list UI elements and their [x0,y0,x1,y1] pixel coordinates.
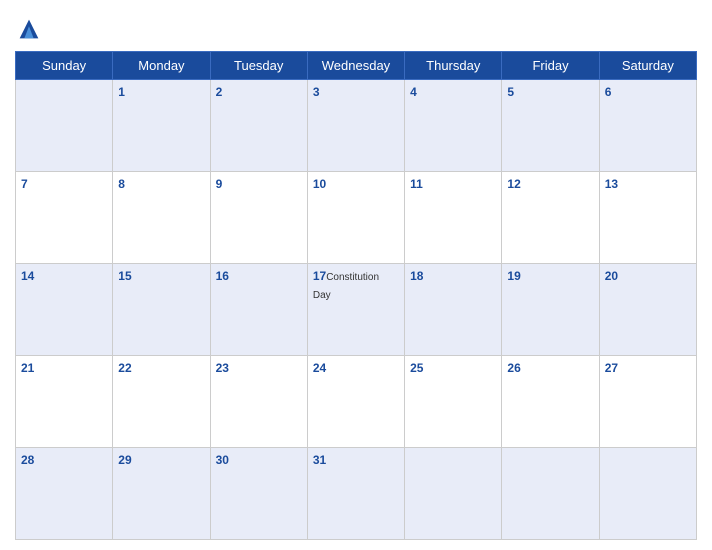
day-number: 13 [605,177,618,191]
week-row-2: 7 8 9 10 11 12 13 [16,172,697,264]
day-number: 23 [216,361,229,375]
calendar-cell: 20 [599,264,696,356]
day-number: 27 [605,361,618,375]
calendar-cell: 28 [16,448,113,540]
calendar-table: SundayMondayTuesdayWednesdayThursdayFrid… [15,51,697,540]
day-number: 21 [21,361,34,375]
calendar-cell: 23 [210,356,307,448]
calendar-cell: 4 [405,80,502,172]
logo-icon [15,15,43,43]
calendar-cell: 2 [210,80,307,172]
calendar-cell: 13 [599,172,696,264]
calendar-cell: 8 [113,172,210,264]
day-number: 16 [216,269,229,283]
calendar-cell [599,448,696,540]
day-number: 24 [313,361,326,375]
day-number: 31 [313,453,326,467]
day-number: 28 [21,453,34,467]
day-number: 7 [21,177,28,191]
day-number: 26 [507,361,520,375]
day-number: 10 [313,177,326,191]
logo [15,15,47,43]
calendar-header [15,10,697,51]
day-number: 29 [118,453,131,467]
week-row-3: 14 15 16 17Constitution Day 18 19 20 [16,264,697,356]
calendar-cell: 26 [502,356,599,448]
day-number: 4 [410,85,417,99]
day-header-monday: Monday [113,52,210,80]
day-number: 11 [410,177,423,191]
day-number: 17 [313,269,326,283]
calendar-cell: 17Constitution Day [307,264,404,356]
calendar-cell: 15 [113,264,210,356]
days-header-row: SundayMondayTuesdayWednesdayThursdayFrid… [16,52,697,80]
day-number: 30 [216,453,229,467]
calendar-cell: 21 [16,356,113,448]
day-header-thursday: Thursday [405,52,502,80]
day-number: 19 [507,269,520,283]
calendar-cell: 5 [502,80,599,172]
day-number: 1 [118,85,125,99]
calendar-cell [16,80,113,172]
day-number: 12 [507,177,520,191]
calendar-cell: 7 [16,172,113,264]
calendar-cell: 10 [307,172,404,264]
day-number: 6 [605,85,612,99]
week-row-4: 21 22 23 24 25 26 27 [16,356,697,448]
day-number: 8 [118,177,125,191]
week-row-1: 1 2 3 4 5 6 [16,80,697,172]
day-number: 5 [507,85,514,99]
calendar-cell: 6 [599,80,696,172]
calendar-cell: 31 [307,448,404,540]
calendar-cell: 24 [307,356,404,448]
calendar-cell: 27 [599,356,696,448]
day-header-wednesday: Wednesday [307,52,404,80]
week-row-5: 28 29 30 31 [16,448,697,540]
day-number: 14 [21,269,34,283]
calendar-cell: 1 [113,80,210,172]
day-number: 22 [118,361,131,375]
day-header-tuesday: Tuesday [210,52,307,80]
calendar-cell: 22 [113,356,210,448]
day-number: 25 [410,361,423,375]
day-number: 2 [216,85,223,99]
day-number: 20 [605,269,618,283]
calendar-cell: 11 [405,172,502,264]
calendar-cell [405,448,502,540]
day-number: 18 [410,269,423,283]
calendar-cell: 3 [307,80,404,172]
calendar-cell [502,448,599,540]
day-number: 3 [313,85,320,99]
calendar-cell: 18 [405,264,502,356]
day-header-saturday: Saturday [599,52,696,80]
calendar-cell: 30 [210,448,307,540]
calendar-cell: 16 [210,264,307,356]
calendar-cell: 25 [405,356,502,448]
calendar-cell: 14 [16,264,113,356]
day-number: 9 [216,177,223,191]
calendar-cell: 29 [113,448,210,540]
calendar-cell: 12 [502,172,599,264]
day-header-sunday: Sunday [16,52,113,80]
calendar-cell: 19 [502,264,599,356]
calendar-cell: 9 [210,172,307,264]
day-number: 15 [118,269,131,283]
day-header-friday: Friday [502,52,599,80]
